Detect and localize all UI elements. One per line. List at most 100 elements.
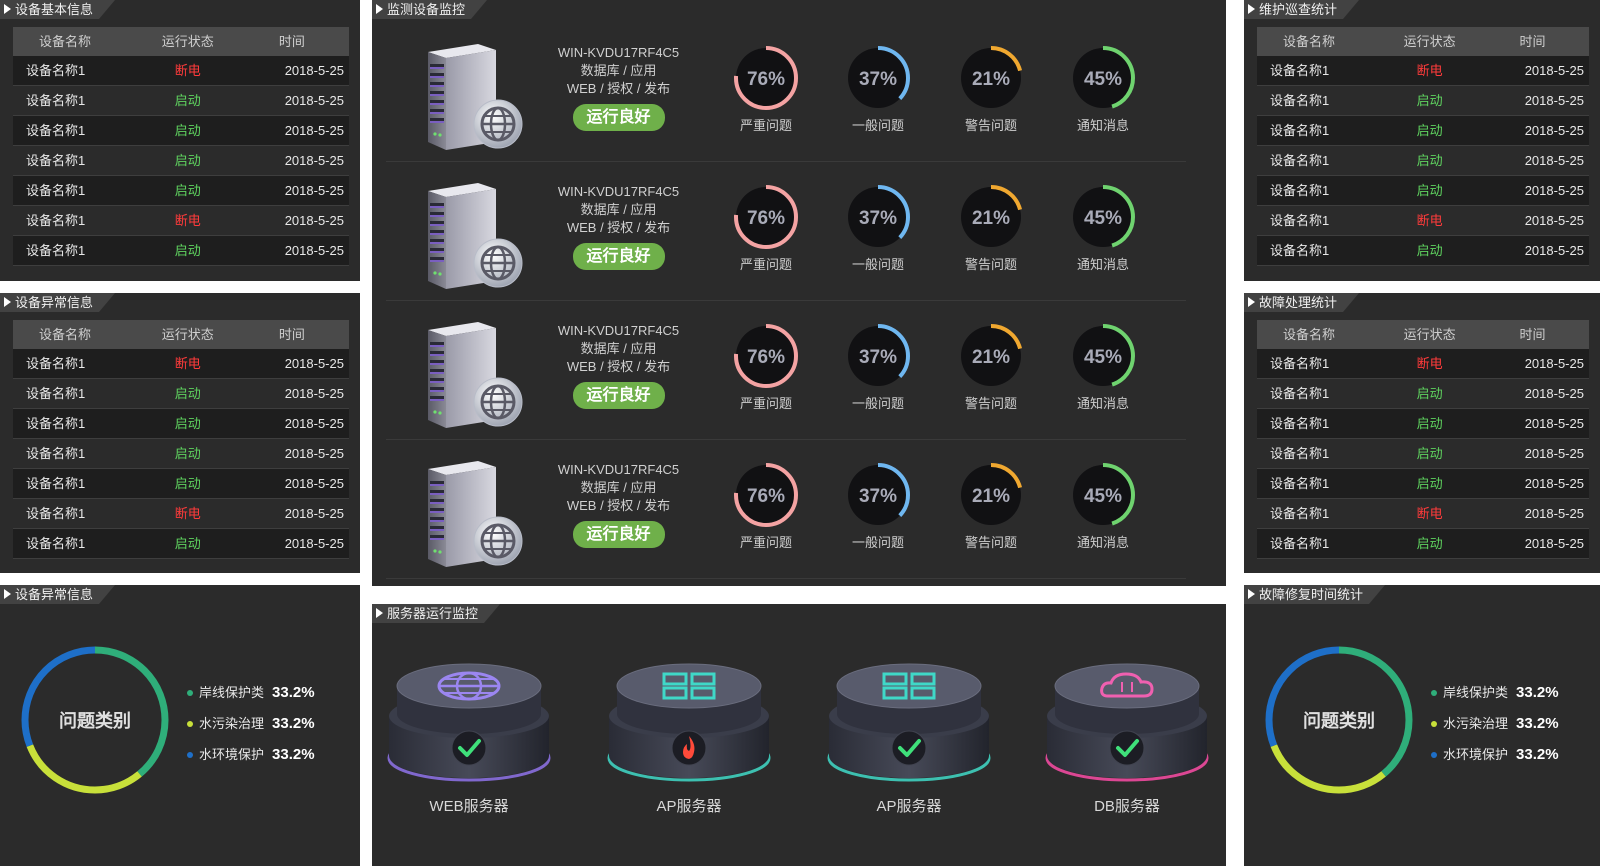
triangle-icon bbox=[4, 589, 11, 599]
status-button[interactable]: 运行良好 bbox=[572, 104, 665, 131]
table-row[interactable]: 设备名称1 断电 2018-5-25 bbox=[1257, 56, 1589, 86]
time-cell: 2018-5-25 bbox=[284, 446, 344, 461]
status-cell: 启动 bbox=[1416, 386, 1443, 401]
status-cell: 启动 bbox=[1416, 476, 1443, 491]
host-services: WEB / 授权 / 发布 bbox=[566, 81, 671, 96]
server-item[interactable]: AP服务器 bbox=[604, 656, 774, 816]
table-row[interactable]: 设备名称1 启动 2018-5-25 bbox=[13, 379, 349, 409]
gauge-ring: 37% bbox=[846, 463, 910, 527]
device-table: 设备名称 运行状态 时间 设备名称1 断电 2018-5-25 设备名称1 启动 2018-5-… bbox=[1257, 27, 1589, 266]
gauge: 45% 通知消息 bbox=[1063, 183, 1143, 273]
table-row[interactable]: 设备名称1 启动 2018-5-25 bbox=[1257, 529, 1589, 559]
gauge-label: 严重问题 bbox=[739, 257, 792, 272]
host-roles: 数据库 / 应用 bbox=[580, 341, 657, 356]
table-row[interactable]: 设备名称1 启动 2018-5-25 bbox=[1257, 86, 1589, 116]
server-tower-icon bbox=[428, 44, 523, 150]
gauge-ring: 76% bbox=[734, 185, 798, 249]
table-row[interactable]: 设备名称1 断电 2018-5-25 bbox=[13, 206, 349, 236]
table-row[interactable]: 设备名称1 启动 2018-5-25 bbox=[1257, 439, 1589, 469]
table-row[interactable]: 设备名称1 启动 2018-5-25 bbox=[1257, 146, 1589, 176]
device-name-cell: 设备名称1 bbox=[26, 536, 86, 551]
column-header: 设备名称 bbox=[1283, 34, 1336, 49]
monitor-row: WIN-KVDU17RF4C5 数据库 / 应用 WEB / 授权 / 发布 运行良好… bbox=[386, 161, 1186, 301]
status-button[interactable]: 运行良好 bbox=[572, 382, 665, 409]
legend-item: 水污染治理 33.2% bbox=[1431, 708, 1559, 739]
table-row[interactable]: 设备名称1 启动 2018-5-25 bbox=[1257, 409, 1589, 439]
status-cell: 断电 bbox=[174, 356, 201, 371]
server-item[interactable]: WEB服务器 bbox=[384, 656, 554, 816]
server-puck bbox=[607, 663, 771, 782]
time-cell: 2018-5-25 bbox=[284, 93, 344, 108]
table-row[interactable]: 设备名称1 启动 2018-5-25 bbox=[13, 176, 349, 206]
time-cell: 2018-5-25 bbox=[284, 153, 344, 168]
column-header: 时间 bbox=[1519, 327, 1546, 342]
status-button[interactable]: 运行良好 bbox=[572, 521, 665, 548]
table-row[interactable]: 设备名称1 启动 2018-5-25 bbox=[13, 146, 349, 176]
table-row[interactable]: 设备名称1 启动 2018-5-25 bbox=[1257, 469, 1589, 499]
status-cell: 断电 bbox=[174, 506, 201, 521]
gauge-label: 一般问题 bbox=[851, 257, 904, 272]
gauge: 45% 通知消息 bbox=[1063, 44, 1143, 134]
table-row[interactable]: 设备名称1 断电 2018-5-25 bbox=[13, 499, 349, 529]
gauge: 76% 严重问题 bbox=[726, 44, 806, 134]
time-cell: 2018-5-25 bbox=[284, 183, 344, 198]
status-cell: 启动 bbox=[1416, 243, 1443, 258]
server-name: AP服务器 bbox=[656, 798, 722, 815]
column-header: 设备名称 bbox=[39, 327, 92, 342]
server-item[interactable]: DB服务器 bbox=[1042, 656, 1212, 816]
table-row[interactable]: 设备名称1 断电 2018-5-25 bbox=[1257, 499, 1589, 529]
table-row[interactable]: 设备名称1 启动 2018-5-25 bbox=[1257, 379, 1589, 409]
device-name-cell: 设备名称1 bbox=[26, 356, 86, 371]
maintenance-patrol-panel: 维护巡查统计 设备名称 运行状态 时间 设备名称1 断电 2018-5-25 设备名称1 启动… bbox=[1244, 0, 1600, 281]
triangle-icon bbox=[376, 608, 383, 618]
table-row[interactable]: 设备名称1 断电 2018-5-25 bbox=[13, 56, 349, 86]
status-cell: 启动 bbox=[1416, 153, 1443, 168]
device-name-cell: 设备名称1 bbox=[1270, 213, 1330, 228]
status-button[interactable]: 运行良好 bbox=[572, 243, 665, 270]
gauge-label: 一般问题 bbox=[851, 535, 904, 550]
table-row[interactable]: 设备名称1 启动 2018-5-25 bbox=[1257, 116, 1589, 146]
fault-handling-panel: 故障处理统计 设备名称 运行状态 时间 设备名称1 断电 2018-5-25 设备名称1 启动… bbox=[1244, 293, 1600, 573]
table-row[interactable]: 设备名称1 启动 2018-5-25 bbox=[13, 86, 349, 116]
monitor-row: WIN-KVDU17RF4C5 数据库 / 应用 WEB / 授权 / 发布 运行良好… bbox=[386, 300, 1186, 440]
status-cell: 启动 bbox=[174, 446, 201, 461]
panel-title: 服务器运行监控 bbox=[372, 604, 500, 623]
time-cell: 2018-5-25 bbox=[1524, 63, 1584, 78]
table-row[interactable]: 设备名称1 启动 2018-5-25 bbox=[13, 469, 349, 499]
gauge-label: 严重问题 bbox=[739, 535, 792, 550]
table-row[interactable]: 设备名称1 启动 2018-5-25 bbox=[13, 409, 349, 439]
table-row[interactable]: 设备名称1 启动 2018-5-25 bbox=[1257, 176, 1589, 206]
gauge-ring: 37% bbox=[846, 324, 910, 388]
device-name-cell: 设备名称1 bbox=[26, 93, 86, 108]
gauge-label: 一般问题 bbox=[851, 396, 904, 411]
server-name: WEB服务器 bbox=[429, 798, 509, 815]
table-row[interactable]: 设备名称1 启动 2018-5-25 bbox=[13, 116, 349, 146]
table-row[interactable]: 设备名称1 启动 2018-5-25 bbox=[13, 439, 349, 469]
gauge-value: 21% bbox=[972, 486, 1010, 507]
table-row[interactable]: 设备名称1 启动 2018-5-25 bbox=[13, 529, 349, 559]
server-puck bbox=[827, 663, 991, 782]
table-row[interactable]: 设备名称1 启动 2018-5-25 bbox=[1257, 236, 1589, 266]
table-row[interactable]: 设备名称1 断电 2018-5-25 bbox=[13, 349, 349, 379]
status-cell: 启动 bbox=[1416, 446, 1443, 461]
gauge: 76% 严重问题 bbox=[726, 461, 806, 551]
gauge: 76% 严重问题 bbox=[726, 183, 806, 273]
device-table: 设备名称 运行状态 时间 设备名称1 断电 2018-5-25 设备名称1 启动 2018-5-… bbox=[1257, 320, 1589, 559]
status-cell: 启动 bbox=[174, 243, 201, 258]
table-header: 设备名称 运行状态 时间 bbox=[1257, 27, 1589, 56]
gauge-label: 警告问题 bbox=[964, 535, 1017, 550]
table-header: 设备名称 运行状态 时间 bbox=[13, 320, 349, 349]
server-puck bbox=[387, 663, 551, 782]
server-item[interactable]: AP服务器 bbox=[824, 656, 994, 816]
server-tower-icon bbox=[428, 183, 523, 289]
gauge-value: 21% bbox=[972, 347, 1010, 368]
device-abnormal-info-panel: 设备异常信息 设备名称 运行状态 时间 设备名称1 断电 2018-5-25 设备名称1 启动… bbox=[0, 293, 360, 573]
host-info: WIN-KVDU17RF4C5 数据库 / 应用 WEB / 授权 / 发布 运行良好 bbox=[551, 461, 686, 548]
status-cell: 启动 bbox=[1416, 93, 1443, 108]
legend-label: 水环境保护 bbox=[1443, 747, 1509, 762]
table-row[interactable]: 设备名称1 启动 2018-5-25 bbox=[13, 236, 349, 266]
table-row[interactable]: 设备名称1 断电 2018-5-25 bbox=[1257, 349, 1589, 379]
table-body: 设备名称1 断电 2018-5-25 设备名称1 启动 2018-5-25 设备名称1 启动 2… bbox=[13, 56, 349, 266]
device-name-cell: 设备名称1 bbox=[26, 446, 86, 461]
table-row[interactable]: 设备名称1 断电 2018-5-25 bbox=[1257, 206, 1589, 236]
